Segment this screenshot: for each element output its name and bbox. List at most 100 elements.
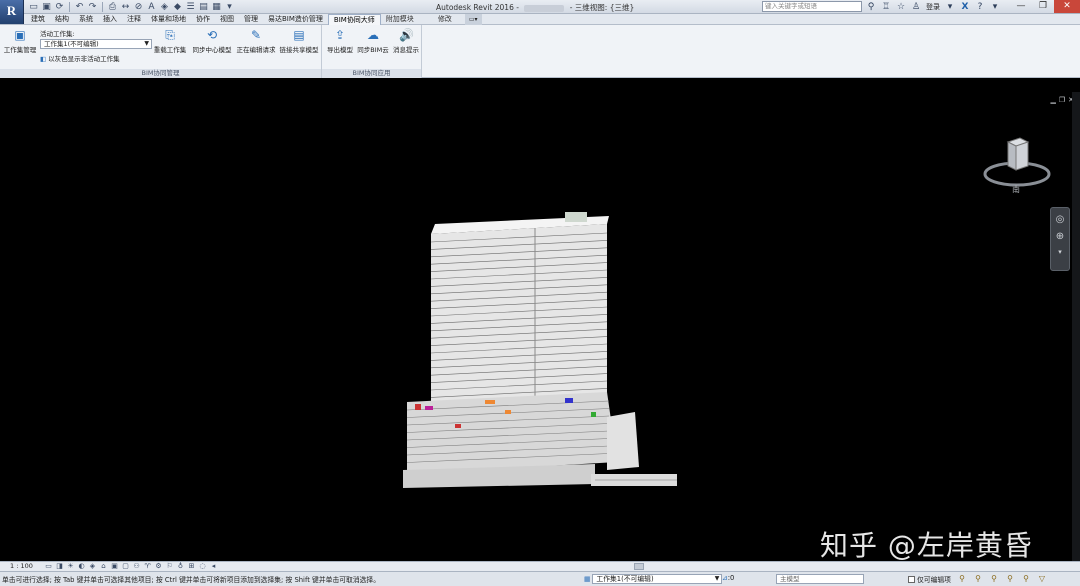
temp-view-props-icon[interactable]: ⚐ bbox=[165, 562, 174, 571]
ribbon-tab-bar: 建筑 结构 系统 插入 注释 体量和场地 协作 视图 管理 易达BIM造价管理 … bbox=[0, 14, 1080, 25]
minimize-button[interactable]: — bbox=[1010, 0, 1032, 13]
window-title: Autodesk Revit 2016 - - 三维视图: {三维} bbox=[436, 2, 634, 13]
close-hidden-icon[interactable]: ▤ bbox=[198, 2, 209, 13]
shadows-icon[interactable]: ◐ bbox=[77, 562, 86, 571]
visual-style-icon[interactable]: ◨ bbox=[55, 562, 64, 571]
horizontal-scroll-thumb[interactable] bbox=[634, 563, 644, 570]
chevron-down-icon[interactable]: ▾ bbox=[990, 2, 1000, 13]
select-links-icon[interactable]: ⚲ bbox=[956, 574, 968, 584]
tab-manage[interactable]: 管理 bbox=[239, 14, 263, 25]
print-icon[interactable]: ⎙ bbox=[107, 2, 118, 13]
help-search-input[interactable]: 键入关键字或短语 bbox=[762, 1, 862, 12]
detail-level-icon[interactable]: ▭ bbox=[44, 562, 53, 571]
worksharing-display-icon[interactable]: ⚙ bbox=[154, 562, 163, 571]
application-menu-button[interactable]: R bbox=[0, 0, 24, 24]
sync-central-button[interactable]: ⟲ 同步中心模型 bbox=[190, 28, 234, 54]
restore-view-icon[interactable]: ❐ bbox=[1059, 96, 1065, 104]
switch-windows-icon[interactable]: ▦ bbox=[211, 2, 222, 13]
tab-collaborate[interactable]: 协作 bbox=[191, 14, 215, 25]
gray-display-icon: ◧ bbox=[40, 55, 47, 63]
subscription-icon[interactable]: ♖ bbox=[881, 2, 891, 13]
save-icon[interactable]: ▣ bbox=[41, 2, 52, 13]
panel-title-bim-collab-manage: BIM协同管理 bbox=[0, 69, 321, 78]
tab-view[interactable]: 视图 bbox=[215, 14, 239, 25]
help-icon[interactable]: ? bbox=[975, 2, 985, 13]
tab-bim-collab-master[interactable]: BIM协同大师 bbox=[327, 14, 381, 25]
steering-wheel-icon[interactable]: ◎ bbox=[1051, 214, 1069, 225]
tab-structure[interactable]: 结构 bbox=[50, 14, 74, 25]
editing-requests-button[interactable]: ✎ 正在编辑请求 bbox=[235, 28, 277, 54]
workset-icon: ▣ bbox=[14, 28, 26, 42]
nav-bar-menu-icon[interactable]: ▾ bbox=[1051, 248, 1069, 256]
close-button[interactable]: ✕ bbox=[1054, 0, 1080, 13]
reveal-hidden-icon[interactable]: ♈ bbox=[143, 562, 152, 571]
dimension-icon[interactable]: ⊘ bbox=[133, 2, 144, 13]
active-workset-select[interactable]: 工作集1(不可编辑) ▼ bbox=[40, 39, 152, 49]
chevron-down-icon[interactable]: ▾ bbox=[945, 2, 955, 13]
redo-icon[interactable]: ↷ bbox=[87, 2, 98, 13]
3d-view-icon[interactable]: ◈ bbox=[159, 2, 170, 13]
editable-only-checkbox[interactable] bbox=[908, 575, 915, 583]
tab-yida-cost[interactable]: 易达BIM造价管理 bbox=[263, 14, 328, 25]
tab-insert[interactable]: 插入 bbox=[98, 14, 122, 25]
measure-icon[interactable]: ↔ bbox=[120, 2, 131, 13]
sync-icon[interactable]: ⟳ bbox=[54, 2, 65, 13]
gray-inactive-label: 以灰色显示非活动工作集 bbox=[48, 55, 120, 63]
window-controls: — ❐ ✕ bbox=[1010, 0, 1080, 14]
dropdown-icon[interactable]: ▾ bbox=[224, 2, 235, 13]
tab-annotate[interactable]: 注释 bbox=[122, 14, 146, 25]
crop-view-icon[interactable]: ▣ bbox=[110, 562, 119, 571]
reload-worksets-button[interactable]: ⎘ 重载工作集 bbox=[152, 28, 188, 54]
thin-lines-icon[interactable]: ☰ bbox=[185, 2, 196, 13]
open-icon[interactable]: ▭ bbox=[28, 2, 39, 13]
select-underlay-icon[interactable]: ⚲ bbox=[972, 574, 984, 584]
tab-modify[interactable]: 修改 bbox=[433, 14, 457, 25]
minimize-view-icon[interactable]: ▁ bbox=[1050, 96, 1055, 104]
view-scale[interactable]: 1 : 100 bbox=[10, 562, 33, 571]
undo-icon[interactable]: ↶ bbox=[74, 2, 85, 13]
design-option-select[interactable]: 主模型 bbox=[776, 574, 864, 584]
message-prompt-button[interactable]: 🔊 消息提示 bbox=[392, 28, 420, 54]
text-icon[interactable]: A bbox=[146, 2, 157, 13]
gray-inactive-worksets-button[interactable]: ◧ 以灰色显示非活动工作集 bbox=[40, 53, 120, 63]
tab-architecture[interactable]: 建筑 bbox=[26, 14, 50, 25]
workset-manage-button[interactable]: ▣ 工作集管理 bbox=[3, 28, 37, 54]
sync-bim-cloud-button[interactable]: ☁ 同步BIM云 bbox=[355, 28, 391, 54]
lock-view-icon[interactable]: ⌂ bbox=[99, 562, 108, 571]
panel-bim-collab-manage: ▣ 工作集管理 活动工作集: 工作集1(不可编辑) ▼ ◧ 以灰色显示非活动工作集… bbox=[0, 25, 322, 78]
show-crop-icon[interactable]: ▢ bbox=[121, 562, 130, 571]
temp-hide-icon[interactable]: ⚇ bbox=[132, 562, 141, 571]
exchange-apps-icon[interactable]: X bbox=[960, 2, 970, 13]
render-icon[interactable]: ◈ bbox=[88, 562, 97, 571]
binoculars-icon[interactable]: ⚲ bbox=[866, 2, 876, 13]
user-icon[interactable]: ♙ bbox=[911, 2, 921, 13]
analytical-model-icon[interactable]: ♁ bbox=[176, 562, 185, 571]
editable-only-toggle[interactable]: 仅可编辑项 bbox=[908, 574, 951, 584]
favorites-star-icon[interactable]: ☆ bbox=[896, 2, 906, 13]
filter-icon[interactable]: ▽ bbox=[1036, 574, 1048, 584]
viewcube[interactable]: 南 bbox=[982, 132, 1052, 196]
3d-view-canvas[interactable]: ▁ ❐ ✕ 南 ◎ ⊕ ▾ bbox=[0, 92, 1080, 562]
tab-systems[interactable]: 系统 bbox=[74, 14, 98, 25]
link-shared-label: 链接共享模型 bbox=[279, 46, 319, 54]
drag-on-selection-icon[interactable]: ⚲ bbox=[1020, 574, 1032, 584]
zoom-icon[interactable]: ⊕ bbox=[1051, 231, 1069, 242]
login-link[interactable]: 登录 bbox=[926, 2, 940, 12]
view-vertical-scrollbar[interactable] bbox=[1072, 92, 1080, 561]
select-by-face-icon[interactable]: ⚲ bbox=[1004, 574, 1016, 584]
sun-path-icon[interactable]: ☀ bbox=[66, 562, 75, 571]
ribbon-minimize-button[interactable]: ▭▾ bbox=[464, 14, 482, 25]
tab-add-ins[interactable]: 附加模块 bbox=[381, 14, 419, 25]
export-model-button[interactable]: ⇪ 导出模型 bbox=[325, 28, 355, 54]
section-icon[interactable]: ◆ bbox=[172, 2, 183, 13]
tab-massing-site[interactable]: 体量和场地 bbox=[146, 14, 191, 25]
link-shared-model-button[interactable]: ▤ 链接共享模型 bbox=[278, 28, 320, 54]
constraints-icon[interactable]: ⊞ bbox=[187, 562, 196, 571]
scroll-left-icon[interactable]: ◂ bbox=[209, 562, 218, 571]
speaker-icon: 🔊 bbox=[399, 28, 414, 42]
restore-button[interactable]: ❐ bbox=[1032, 0, 1054, 13]
status-workset-selector[interactable]: ▦ 工作集1(不可编辑) ▼ bbox=[584, 574, 723, 584]
quick-access-toolbar: ▭ ▣ ⟳ ↶ ↷ ⎙ ↔ ⊘ A ◈ ◆ ☰ ▤ ▦ ▾ bbox=[28, 1, 235, 13]
highlight-displacement-icon[interactable]: ◌ bbox=[198, 562, 207, 571]
select-pinned-icon[interactable]: ⚲ bbox=[988, 574, 1000, 584]
